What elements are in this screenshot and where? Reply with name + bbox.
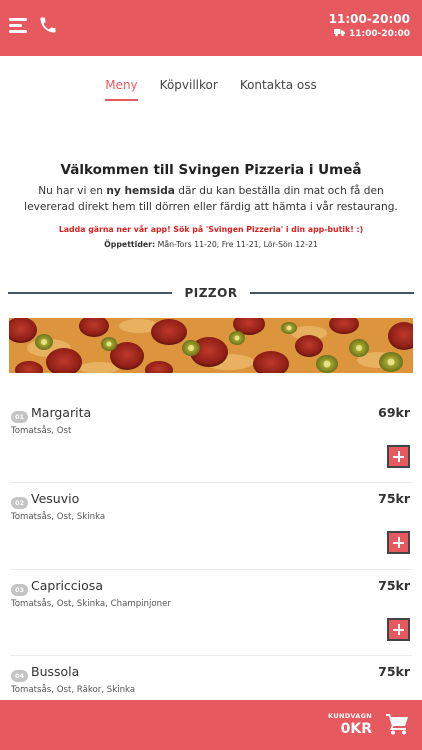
app-download-note: Ladda gärna ner vår app! Sök på 'Svingen…	[58, 225, 364, 234]
section-title: PIZZOR	[184, 286, 238, 300]
item-price: 75kr	[378, 491, 410, 506]
item-price: 75kr	[378, 664, 410, 679]
item-description: Tomatsås, Ost, Skinka, Champinjoner	[11, 599, 171, 609]
delivery-hours-text: 11:00-20:00	[348, 29, 410, 39]
item-name: Margarita	[31, 405, 92, 420]
delivery-truck-icon	[333, 28, 345, 40]
opening-hours-label: Öppettider:	[104, 240, 156, 249]
tab-kontakta-oss[interactable]: Kontakta oss	[240, 78, 317, 101]
welcome-title: Välkommen till Svingen Pizzeria i Umeå	[60, 162, 362, 178]
item-name: Vesuvio	[31, 491, 80, 506]
menu-item-margarita: 01 Margarita Tomatsås, Ost 69kr	[0, 402, 422, 488]
item-description: Tomatsås, Ost	[11, 426, 72, 436]
item-divider	[10, 655, 412, 656]
hamburger-menu-icon[interactable]	[9, 18, 27, 34]
cart-label: KUNDVAGN	[328, 712, 372, 720]
section-divider-right	[249, 292, 415, 294]
item-number: 02	[11, 497, 29, 509]
welcome-intro: Nu har vi en ny hemsida där du kan bestä…	[0, 183, 422, 215]
add-to-cart-button[interactable]	[387, 531, 410, 554]
item-price: 75kr	[378, 578, 410, 593]
phone-icon[interactable]	[38, 15, 60, 37]
delivery-hours: 11:00-20:00	[333, 28, 410, 40]
nav-tabs: Meny Köpvillkor Kontakta oss	[0, 78, 422, 101]
add-to-cart-button[interactable]	[387, 618, 410, 641]
item-number: 04	[11, 670, 29, 682]
menu-item-vesuvio: 02 Vesuvio Tomatsås, Ost, Skinka 75kr	[0, 488, 422, 574]
pizza-banner-image	[9, 318, 413, 373]
top-bar: 11:00-20:00 11:00-20:00	[0, 0, 422, 56]
item-price: 69kr	[378, 405, 410, 420]
shopping-cart-icon[interactable]	[386, 713, 412, 737]
section-header: PIZZOR	[8, 284, 415, 302]
menu-item-capricciosa: 03 Capricciosa Tomatsås, Ost, Skinka, Ch…	[0, 575, 422, 661]
item-name: Bussola	[31, 664, 80, 679]
tab-meny[interactable]: Meny	[105, 78, 138, 101]
opening-hours: 11:00-20:00	[328, 12, 410, 26]
opening-hours-line: Öppettider: Mån-Tors 11-20, Fre 11-21, L…	[0, 240, 422, 249]
item-description: Tomatsås, Ost, Skinka	[11, 512, 106, 522]
intro-text-bold: ny hemsida	[106, 185, 175, 197]
welcome-section: Välkommen till Svingen Pizzeria i Umeå N…	[0, 162, 422, 249]
item-description: Tomatsås, Ost, Räkor, Skinka	[11, 685, 136, 695]
item-divider	[10, 482, 412, 483]
add-to-cart-button[interactable]	[387, 445, 410, 468]
intro-text-start: Nu har vi en	[38, 185, 107, 197]
tab-kopvillkor[interactable]: Köpvillkor	[160, 78, 218, 101]
item-number: 01	[11, 411, 29, 423]
menu-item-bussola: 04 Bussola Tomatsås, Ost, Räkor, Skinka …	[0, 661, 422, 700]
cart-total: 0KR	[340, 721, 372, 737]
opening-hours-text: Mån-Tors 11-20, Fre 11-21, Lör-Sön 12-21	[155, 240, 318, 249]
item-number: 03	[11, 584, 29, 596]
cart-bar[interactable]: KUNDVAGN 0KR	[0, 700, 422, 750]
section-divider-left	[8, 292, 173, 294]
item-divider	[10, 569, 412, 570]
item-name: Capricciosa	[31, 578, 103, 593]
